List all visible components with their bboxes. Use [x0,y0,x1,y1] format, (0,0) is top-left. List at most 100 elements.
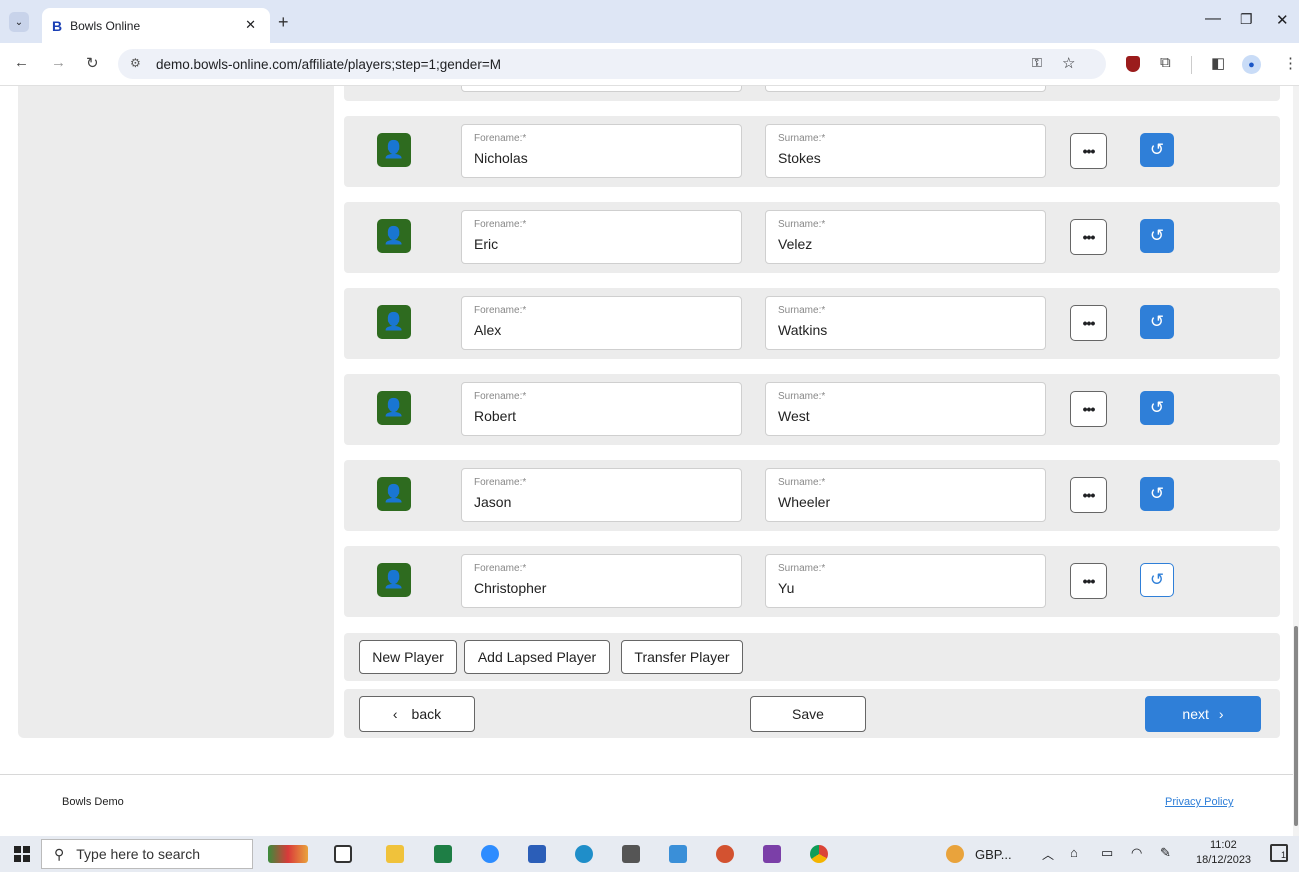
more-options-button[interactable]: ••• [1070,563,1107,599]
taskbar-search-box[interactable]: ⚲ Type here to search [41,839,253,869]
reload-icon[interactable]: ↻ [86,54,99,72]
photos-icon[interactable] [669,845,687,863]
forename-field[interactable]: Forename:* Christopher [461,554,742,608]
transfer-player-button[interactable]: Transfer Player [621,640,743,674]
surname-field[interactable]: Surname:* Watkins [765,296,1046,350]
surname-field[interactable] [765,86,1046,92]
tab-menu-icon[interactable]: ⌄ [9,12,29,32]
new-player-button[interactable]: New Player [359,640,457,674]
tray-currency-text[interactable]: GBP... [975,847,1012,862]
player-row: 👤 Forename:* Nicholas Surname:* Stokes ••• ↺ [344,116,1280,187]
forename-value: Eric [474,236,499,252]
undo-icon[interactable]: ↺ [1140,219,1174,253]
surname-value: Yu [778,580,795,596]
undo-icon[interactable]: ↺ [1140,305,1174,339]
pen-icon[interactable]: ✎ [1160,845,1171,861]
back-arrow-icon[interactable]: ← [14,54,29,71]
undo-icon[interactable]: ↺ [1140,133,1174,167]
site-info-icon[interactable]: ⚙ [130,56,141,70]
player-verified-icon: 👤 [377,133,411,167]
forename-field[interactable]: Forename:* Jason [461,468,742,522]
browser-tab[interactable]: B Bowls Online ✕ [42,8,270,43]
forename-field[interactable]: Forename:* Alex [461,296,742,350]
next-button[interactable]: next › [1145,696,1261,732]
surname-field[interactable]: Surname:* West [765,382,1046,436]
password-key-icon[interactable]: ⚿ [1032,55,1042,71]
player-row: 👤 Forename:* Eric Surname:* Velez ••• ↺ [344,202,1280,273]
ublock-icon[interactable] [1126,56,1140,72]
new-tab-button[interactable]: + [278,12,289,33]
add-lapsed-player-button[interactable]: Add Lapsed Player [464,640,610,674]
chevron-left-icon: ‹ [392,706,398,722]
sidebar-icon[interactable]: ◧ [1211,54,1225,72]
page-content: 👤 Forename:* Nicholas Surname:* Stokes ••• ↺ 👤 F… [0,86,1299,836]
save-button[interactable]: Save [750,696,866,732]
tab-close-icon[interactable]: ✕ [245,17,256,33]
scrollbar-thumb[interactable] [1294,626,1298,826]
gift-widget-icon[interactable] [268,845,308,863]
more-options-button[interactable]: ••• [1070,219,1107,255]
back-button[interactable]: ‹ back [359,696,475,732]
undo-icon[interactable]: ↺ [1140,477,1174,511]
player-verified-icon: 👤 [377,477,411,511]
forename-label: Forename:* [474,477,527,488]
forename-field[interactable] [461,86,742,92]
notifications-icon[interactable]: 1 [1270,844,1288,862]
window-close-icon[interactable]: ✕ [1276,11,1289,29]
sidebar-panel [18,86,334,738]
forename-field[interactable]: Forename:* Eric [461,210,742,264]
word-icon[interactable] [528,845,546,863]
excel-icon[interactable] [434,845,452,863]
powerpoint-icon[interactable] [716,845,734,863]
more-options-button[interactable]: ••• [1070,305,1107,341]
more-options-button[interactable]: ••• [1070,133,1107,169]
file-explorer-icon[interactable] [386,845,404,863]
player-row: 👤 Forename:* Jason Surname:* Wheeler ••• ↺ [344,460,1280,531]
onenote-icon[interactable] [763,845,781,863]
forward-arrow-icon[interactable]: → [51,54,66,71]
surname-field[interactable]: Surname:* Stokes [765,124,1046,178]
clock-date[interactable]: 18/12/2023 [1196,854,1251,866]
bookmark-star-icon[interactable]: ☆ [1062,54,1075,72]
task-view-icon[interactable] [334,845,352,863]
address-bar[interactable]: ⚙ demo.bowls-online.com/affiliate/player… [118,49,1106,79]
undo-icon[interactable]: ↺ [1140,391,1174,425]
surname-label: Surname:* [778,563,826,574]
more-options-button[interactable]: ••• [1070,391,1107,427]
windows-start-icon[interactable] [14,846,30,862]
restore-icon[interactable]: ❐ [1240,11,1253,28]
forename-label: Forename:* [474,391,527,402]
undo-icon[interactable]: ↺ [1140,563,1174,597]
more-vert-icon[interactable]: ⋮ [1283,54,1298,72]
forename-field[interactable]: Forename:* Robert [461,382,742,436]
clock-time[interactable]: 11:02 [1210,839,1237,851]
battery-icon[interactable]: ▭ [1101,845,1113,861]
page-scrollbar[interactable] [1293,86,1299,836]
player-verified-icon: 👤 [377,305,411,339]
windows-taskbar: ⚲ Type here to search GBP... ︿ ⌂ ▭ ◠ ✎ 1… [0,836,1299,872]
currency-widget-icon[interactable] [946,845,964,863]
chevron-right-icon: › [1218,706,1224,722]
surname-field[interactable]: Surname:* Wheeler [765,468,1046,522]
next-button-label: next [1182,706,1209,722]
minimize-icon[interactable]: — [1205,10,1221,28]
meet-now-icon[interactable]: ⌂ [1070,845,1078,860]
edge-icon[interactable] [575,845,593,863]
surname-value: Velez [778,236,813,252]
wifi-icon[interactable]: ◠ [1131,845,1142,861]
forename-field[interactable]: Forename:* Nicholas [461,124,742,178]
camera-icon[interactable] [622,845,640,863]
forename-value: Alex [474,322,502,338]
privacy-policy-link[interactable]: Privacy Policy [1165,796,1233,808]
extensions-icon[interactable]: ⧉ [1160,54,1171,71]
browser-tab-strip: ⌄ B Bowls Online ✕ + — ❐ ✕ [0,0,1299,43]
chrome-icon[interactable] [810,845,828,863]
surname-field[interactable]: Surname:* Velez [765,210,1046,264]
profile-icon[interactable]: ● [1242,55,1261,74]
more-options-button[interactable]: ••• [1070,477,1107,513]
surname-label: Surname:* [778,391,826,402]
zoom-icon[interactable] [481,845,499,863]
tray-chevron-icon[interactable]: ︿ [1042,846,1054,863]
surname-field[interactable]: Surname:* Yu [765,554,1046,608]
page-footer: Bowls Demo Privacy Policy [0,774,1299,836]
